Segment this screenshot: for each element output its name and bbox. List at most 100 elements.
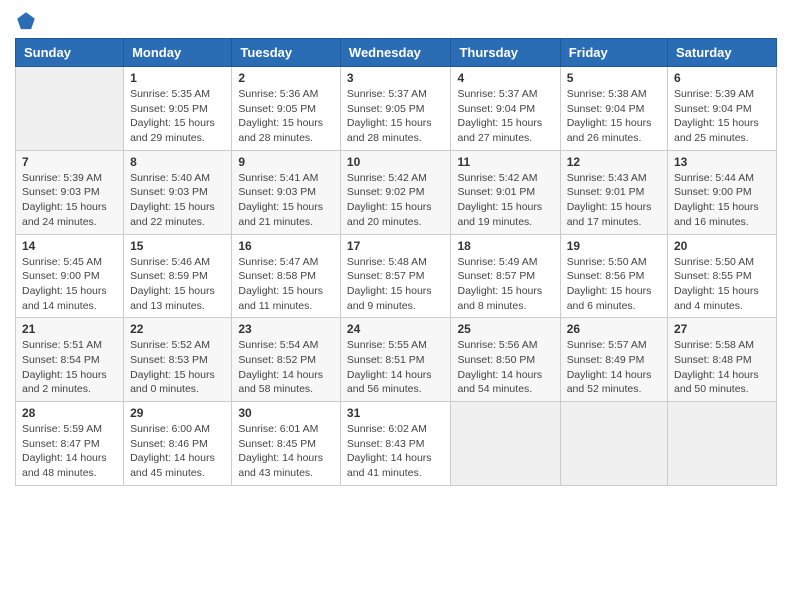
day-number: 13 bbox=[674, 155, 770, 169]
calendar-cell: 4 Sunrise: 5:37 AM Sunset: 9:04 PM Daylig… bbox=[451, 67, 560, 151]
calendar-cell: 10 Sunrise: 5:42 AM Sunset: 9:02 PM Dayli… bbox=[340, 150, 451, 234]
calendar-cell bbox=[668, 402, 777, 486]
day-info: Sunrise: 5:48 AM Sunset: 8:57 PM Dayligh… bbox=[347, 255, 445, 314]
calendar-cell bbox=[451, 402, 560, 486]
day-info: Sunrise: 5:50 AM Sunset: 8:55 PM Dayligh… bbox=[674, 255, 770, 314]
day-number: 14 bbox=[22, 239, 117, 253]
calendar-cell: 15 Sunrise: 5:46 AM Sunset: 8:59 PM Dayli… bbox=[124, 234, 232, 318]
calendar-cell: 1 Sunrise: 5:35 AM Sunset: 9:05 PM Daylig… bbox=[124, 67, 232, 151]
day-info: Sunrise: 5:42 AM Sunset: 9:02 PM Dayligh… bbox=[347, 171, 445, 230]
calendar-week-row: 14 Sunrise: 5:45 AM Sunset: 9:00 PM Dayli… bbox=[16, 234, 777, 318]
calendar-cell: 24Sunrise: 5:55 AM Sunset: 8:51 PM Dayli… bbox=[340, 318, 451, 402]
calendar-cell: 3 Sunrise: 5:37 AM Sunset: 9:05 PM Daylig… bbox=[340, 67, 451, 151]
calendar-cell: 28 Sunrise: 5:59 AM Sunset: 8:47 PM Dayli… bbox=[16, 402, 124, 486]
calendar-cell: 23 Sunrise: 5:54 AM Sunset: 8:52 PM Dayli… bbox=[232, 318, 341, 402]
calendar-cell: 7Sunrise: 5:39 AM Sunset: 9:03 PM Daylig… bbox=[16, 150, 124, 234]
day-number: 19 bbox=[567, 239, 661, 253]
day-info: Sunrise: 5:45 AM Sunset: 9:00 PM Dayligh… bbox=[22, 255, 117, 314]
day-info: Sunrise: 6:01 AM Sunset: 8:45 PM Dayligh… bbox=[238, 422, 334, 481]
calendar-cell: 6 Sunrise: 5:39 AM Sunset: 9:04 PM Daylig… bbox=[668, 67, 777, 151]
day-number: 27 bbox=[674, 322, 770, 336]
calendar-cell: 17 Sunrise: 5:48 AM Sunset: 8:57 PM Dayli… bbox=[340, 234, 451, 318]
day-number: 1 bbox=[130, 71, 225, 85]
calendar-week-row: 7Sunrise: 5:39 AM Sunset: 9:03 PM Daylig… bbox=[16, 150, 777, 234]
page-header bbox=[15, 10, 777, 32]
calendar-cell bbox=[16, 67, 124, 151]
calendar-cell: 2 Sunrise: 5:36 AM Sunset: 9:05 PM Daylig… bbox=[232, 67, 341, 151]
day-info: Sunrise: 5:47 AM Sunset: 8:58 PM Dayligh… bbox=[238, 255, 334, 314]
day-info: Sunrise: 5:36 AM Sunset: 9:05 PM Dayligh… bbox=[238, 87, 334, 146]
weekday-header-saturday: Saturday bbox=[668, 39, 777, 67]
day-info: Sunrise: 5:57 AM Sunset: 8:49 PM Dayligh… bbox=[567, 338, 661, 397]
calendar-week-row: 1 Sunrise: 5:35 AM Sunset: 9:05 PM Daylig… bbox=[16, 67, 777, 151]
day-info: Sunrise: 6:02 AM Sunset: 8:43 PM Dayligh… bbox=[347, 422, 445, 481]
day-number: 22 bbox=[130, 322, 225, 336]
weekday-header-monday: Monday bbox=[124, 39, 232, 67]
calendar-cell: 13 Sunrise: 5:44 AM Sunset: 9:00 PM Dayli… bbox=[668, 150, 777, 234]
day-number: 8 bbox=[130, 155, 225, 169]
day-number: 15 bbox=[130, 239, 225, 253]
day-info: Sunrise: 5:50 AM Sunset: 8:56 PM Dayligh… bbox=[567, 255, 661, 314]
calendar-cell: 9Sunrise: 5:41 AM Sunset: 9:03 PM Daylig… bbox=[232, 150, 341, 234]
day-info: Sunrise: 5:44 AM Sunset: 9:00 PM Dayligh… bbox=[674, 171, 770, 230]
weekday-header-sunday: Sunday bbox=[16, 39, 124, 67]
calendar-week-row: 28 Sunrise: 5:59 AM Sunset: 8:47 PM Dayli… bbox=[16, 402, 777, 486]
day-number: 7 bbox=[22, 155, 117, 169]
calendar-cell: 16 Sunrise: 5:47 AM Sunset: 8:58 PM Dayli… bbox=[232, 234, 341, 318]
calendar-cell: 27 Sunrise: 5:58 AM Sunset: 8:48 PM Dayli… bbox=[668, 318, 777, 402]
day-info: Sunrise: 5:38 AM Sunset: 9:04 PM Dayligh… bbox=[567, 87, 661, 146]
day-number: 11 bbox=[457, 155, 553, 169]
calendar-cell: 31 Sunrise: 6:02 AM Sunset: 8:43 PM Dayli… bbox=[340, 402, 451, 486]
day-number: 17 bbox=[347, 239, 445, 253]
calendar-cell: 30 Sunrise: 6:01 AM Sunset: 8:45 PM Dayli… bbox=[232, 402, 341, 486]
day-number: 10 bbox=[347, 155, 445, 169]
day-info: Sunrise: 5:39 AM Sunset: 9:04 PM Dayligh… bbox=[674, 87, 770, 146]
weekday-header-friday: Friday bbox=[560, 39, 667, 67]
day-number: 20 bbox=[674, 239, 770, 253]
day-info: Sunrise: 5:42 AM Sunset: 9:01 PM Dayligh… bbox=[457, 171, 553, 230]
calendar-cell: 12 Sunrise: 5:43 AM Sunset: 9:01 PM Dayli… bbox=[560, 150, 667, 234]
day-number: 31 bbox=[347, 406, 445, 420]
day-number: 21 bbox=[22, 322, 117, 336]
day-number: 16 bbox=[238, 239, 334, 253]
calendar-cell: 29Sunrise: 6:00 AM Sunset: 8:46 PM Dayli… bbox=[124, 402, 232, 486]
calendar-cell: 11 Sunrise: 5:42 AM Sunset: 9:01 PM Dayli… bbox=[451, 150, 560, 234]
day-info: Sunrise: 5:43 AM Sunset: 9:01 PM Dayligh… bbox=[567, 171, 661, 230]
day-number: 18 bbox=[457, 239, 553, 253]
day-number: 3 bbox=[347, 71, 445, 85]
day-info: Sunrise: 5:37 AM Sunset: 9:04 PM Dayligh… bbox=[457, 87, 553, 146]
day-number: 12 bbox=[567, 155, 661, 169]
day-info: Sunrise: 5:58 AM Sunset: 8:48 PM Dayligh… bbox=[674, 338, 770, 397]
calendar-cell: 25Sunrise: 5:56 AM Sunset: 8:50 PM Dayli… bbox=[451, 318, 560, 402]
calendar-cell: 20 Sunrise: 5:50 AM Sunset: 8:55 PM Dayli… bbox=[668, 234, 777, 318]
day-number: 26 bbox=[567, 322, 661, 336]
calendar-week-row: 21 Sunrise: 5:51 AM Sunset: 8:54 PM Dayli… bbox=[16, 318, 777, 402]
calendar-header-row: SundayMondayTuesdayWednesdayThursdayFrid… bbox=[16, 39, 777, 67]
day-number: 30 bbox=[238, 406, 334, 420]
weekday-header-wednesday: Wednesday bbox=[340, 39, 451, 67]
day-number: 4 bbox=[457, 71, 553, 85]
day-info: Sunrise: 5:54 AM Sunset: 8:52 PM Dayligh… bbox=[238, 338, 334, 397]
calendar-cell: 21 Sunrise: 5:51 AM Sunset: 8:54 PM Dayli… bbox=[16, 318, 124, 402]
day-info: Sunrise: 5:40 AM Sunset: 9:03 PM Dayligh… bbox=[130, 171, 225, 230]
day-info: Sunrise: 5:35 AM Sunset: 9:05 PM Dayligh… bbox=[130, 87, 225, 146]
calendar-table: SundayMondayTuesdayWednesdayThursdayFrid… bbox=[15, 38, 777, 486]
calendar-cell: 14 Sunrise: 5:45 AM Sunset: 9:00 PM Dayli… bbox=[16, 234, 124, 318]
day-number: 28 bbox=[22, 406, 117, 420]
day-info: Sunrise: 5:59 AM Sunset: 8:47 PM Dayligh… bbox=[22, 422, 117, 481]
day-info: Sunrise: 5:56 AM Sunset: 8:50 PM Dayligh… bbox=[457, 338, 553, 397]
day-info: Sunrise: 5:51 AM Sunset: 8:54 PM Dayligh… bbox=[22, 338, 117, 397]
calendar-cell: 18Sunrise: 5:49 AM Sunset: 8:57 PM Dayli… bbox=[451, 234, 560, 318]
day-info: Sunrise: 5:46 AM Sunset: 8:59 PM Dayligh… bbox=[130, 255, 225, 314]
day-number: 23 bbox=[238, 322, 334, 336]
day-number: 2 bbox=[238, 71, 334, 85]
day-number: 6 bbox=[674, 71, 770, 85]
calendar-cell: 22 Sunrise: 5:52 AM Sunset: 8:53 PM Dayli… bbox=[124, 318, 232, 402]
day-number: 24 bbox=[347, 322, 445, 336]
calendar-cell: 5Sunrise: 5:38 AM Sunset: 9:04 PM Daylig… bbox=[560, 67, 667, 151]
day-number: 29 bbox=[130, 406, 225, 420]
day-info: Sunrise: 5:41 AM Sunset: 9:03 PM Dayligh… bbox=[238, 171, 334, 230]
day-info: Sunrise: 5:52 AM Sunset: 8:53 PM Dayligh… bbox=[130, 338, 225, 397]
day-info: Sunrise: 5:37 AM Sunset: 9:05 PM Dayligh… bbox=[347, 87, 445, 146]
calendar-cell: 26 Sunrise: 5:57 AM Sunset: 8:49 PM Dayli… bbox=[560, 318, 667, 402]
